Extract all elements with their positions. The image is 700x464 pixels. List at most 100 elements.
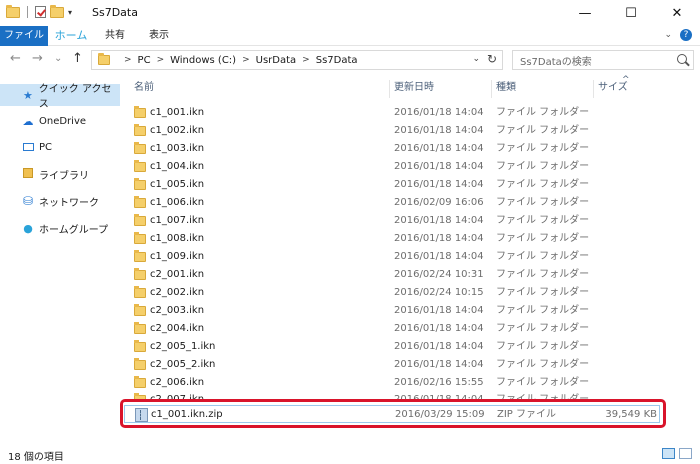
network-icon: ⛁: [22, 194, 34, 208]
table-row[interactable]: c1_004.ikn 2016/01/18 14:04 ファイル フォルダー: [124, 158, 660, 176]
address-bar[interactable]: > PC > Windows (C:) > UsrData > Ss7Data …: [91, 50, 503, 70]
table-row[interactable]: c2_004.ikn 2016/01/18 14:04 ファイル フォルダー: [124, 320, 660, 338]
folder-icon: [98, 53, 110, 65]
column-header-name[interactable]: 名前: [134, 78, 154, 98]
sidebar-item-library[interactable]: ライブラリ: [0, 163, 120, 185]
file-date: 2016/01/18 14:04: [394, 251, 484, 262]
breadcrumb-drive[interactable]: Windows (C:): [170, 55, 236, 66]
table-row[interactable]: c1_005.ikn 2016/01/18 14:04 ファイル フォルダー: [124, 176, 660, 194]
column-divider[interactable]: [389, 80, 390, 98]
properties-icon[interactable]: [35, 6, 46, 18]
sidebar-item-homegroup[interactable]: ● ホームグループ: [0, 217, 120, 239]
file-name: c2_005_2.ikn: [150, 359, 216, 370]
table-row[interactable]: c2_005_2.ikn 2016/01/18 14:04 ファイル フォルダー: [124, 356, 660, 374]
search-input[interactable]: Ss7Dataの検索: [512, 50, 694, 70]
forward-button[interactable]: →: [32, 51, 43, 66]
file-type: ファイル フォルダー: [496, 377, 590, 388]
file-type: ファイル フォルダー: [496, 233, 590, 244]
file-date: 2016/02/24 10:31: [394, 269, 484, 280]
file-date: 2016/01/18 14:04: [394, 107, 484, 118]
table-row[interactable]: c1_006.ikn 2016/02/09 16:06 ファイル フォルダー: [124, 194, 660, 212]
table-row[interactable]: c2_001.ikn 2016/02/24 10:31 ファイル フォルダー: [124, 266, 660, 284]
folder-icon: [134, 214, 146, 226]
file-name: c1_007.ikn: [150, 215, 205, 226]
sidebar-item-pc[interactable]: PC: [0, 136, 120, 158]
folder-icon: [134, 124, 146, 136]
table-row[interactable]: c1_008.ikn 2016/01/18 14:04 ファイル フォルダー: [124, 230, 660, 248]
breadcrumb-separator[interactable]: >: [302, 55, 310, 65]
search-icon[interactable]: [677, 54, 687, 64]
file-name: c2_005_1.ikn: [150, 341, 216, 352]
file-name: c2_006.ikn: [150, 377, 205, 388]
sort-indicator-icon: ^: [622, 75, 630, 85]
quick-access-toolbar: ▾: [6, 4, 72, 18]
sidebar-item-onedrive[interactable]: ☁ OneDrive: [0, 110, 120, 132]
table-row[interactable]: c1_009.ikn 2016/01/18 14:04 ファイル フォルダー: [124, 248, 660, 266]
breadcrumb-separator[interactable]: >: [242, 55, 250, 65]
ribbon-tabs: ファイル ホーム 共有 表示 ⌄ ?: [0, 26, 700, 46]
table-row[interactable]: c2_005_1.ikn 2016/01/18 14:04 ファイル フォルダー: [124, 338, 660, 356]
file-date: 2016/01/18 14:04: [394, 305, 484, 316]
window-controls: — ☐ ✕: [562, 0, 700, 26]
expand-ribbon-icon[interactable]: ⌄: [664, 30, 672, 40]
file-type: ファイル フォルダー: [496, 197, 590, 208]
file-date: 2016/02/24 10:15: [394, 287, 484, 298]
column-divider[interactable]: [491, 80, 492, 98]
breadcrumb-pc[interactable]: PC: [138, 55, 151, 66]
highlight-box: [120, 399, 666, 428]
tab-file[interactable]: ファイル: [0, 26, 48, 46]
help-icon[interactable]: ?: [680, 29, 692, 41]
breadcrumb-usrdata[interactable]: UsrData: [256, 55, 297, 66]
table-row[interactable]: c2_002.ikn 2016/02/24 10:15 ファイル フォルダー: [124, 284, 660, 302]
file-name: c2_001.ikn: [150, 269, 205, 280]
table-row[interactable]: c2_006.ikn 2016/02/16 15:55 ファイル フォルダー: [124, 374, 660, 392]
maximize-button[interactable]: ☐: [608, 0, 654, 26]
file-type: ファイル フォルダー: [496, 359, 590, 370]
file-type: ファイル フォルダー: [496, 269, 590, 280]
file-type: ファイル フォルダー: [496, 215, 590, 226]
file-name: c1_004.ikn: [150, 161, 205, 172]
up-button[interactable]: ↑: [72, 51, 83, 66]
column-header-date[interactable]: 更新日時: [394, 78, 434, 98]
folder-icon: [134, 286, 146, 298]
tab-view[interactable]: 表示: [140, 26, 178, 46]
folder-icon: [134, 196, 146, 208]
table-row[interactable]: c1_001.ikn 2016/01/18 14:04 ファイル フォルダー: [124, 104, 660, 122]
address-row: ← → ⌄ ↑ > PC > Windows (C:) > UsrData > …: [0, 47, 700, 73]
folder-icon: [6, 4, 20, 18]
file-type: ファイル フォルダー: [496, 305, 590, 316]
sidebar-item-quick-access[interactable]: ★ クイック アクセス: [0, 84, 120, 110]
sidebar-item-network[interactable]: ⛁ ネットワーク: [0, 190, 120, 212]
large-icons-view-button[interactable]: [679, 448, 692, 459]
breadcrumb-ss7data[interactable]: Ss7Data: [316, 55, 358, 66]
file-date: 2016/01/18 14:04: [394, 215, 484, 226]
table-row[interactable]: c1_007.ikn 2016/01/18 14:04 ファイル フォルダー: [124, 212, 660, 230]
breadcrumb-separator[interactable]: >: [157, 55, 165, 65]
details-view-button[interactable]: [662, 448, 675, 459]
close-button[interactable]: ✕: [654, 0, 700, 26]
column-divider[interactable]: [593, 80, 594, 98]
table-row[interactable]: c1_003.ikn 2016/01/18 14:04 ファイル フォルダー: [124, 140, 660, 158]
recent-locations-button[interactable]: ⌄: [54, 53, 62, 64]
column-header-type[interactable]: 種類: [496, 78, 516, 98]
folder-icon: [134, 304, 146, 316]
back-button[interactable]: ←: [10, 51, 21, 66]
table-row[interactable]: c1_002.ikn 2016/01/18 14:04 ファイル フォルダー: [124, 122, 660, 140]
breadcrumb-separator[interactable]: >: [124, 55, 132, 65]
address-dropdown-icon[interactable]: ⌄: [472, 54, 480, 64]
library-icon: [22, 167, 34, 181]
tab-share[interactable]: 共有: [96, 26, 134, 46]
navigation-pane: ★ クイック アクセス ☁ OneDrive PC ライブラリ ⛁ ネットワーク…: [0, 78, 120, 442]
file-type: ファイル フォルダー: [496, 287, 590, 298]
new-folder-icon[interactable]: [50, 4, 64, 18]
file-type: ファイル フォルダー: [496, 323, 590, 334]
file-date: 2016/01/18 14:04: [394, 161, 484, 172]
file-type: ファイル フォルダー: [496, 143, 590, 154]
title-bar: ▾ Ss7Data — ☐ ✕: [0, 0, 700, 26]
qat-dropdown-icon[interactable]: ▾: [68, 8, 72, 17]
folder-icon: [134, 160, 146, 172]
tab-home[interactable]: ホーム: [52, 26, 90, 46]
table-row[interactable]: c2_003.ikn 2016/01/18 14:04 ファイル フォルダー: [124, 302, 660, 320]
minimize-button[interactable]: —: [562, 0, 608, 26]
refresh-icon[interactable]: ↻: [487, 52, 497, 66]
